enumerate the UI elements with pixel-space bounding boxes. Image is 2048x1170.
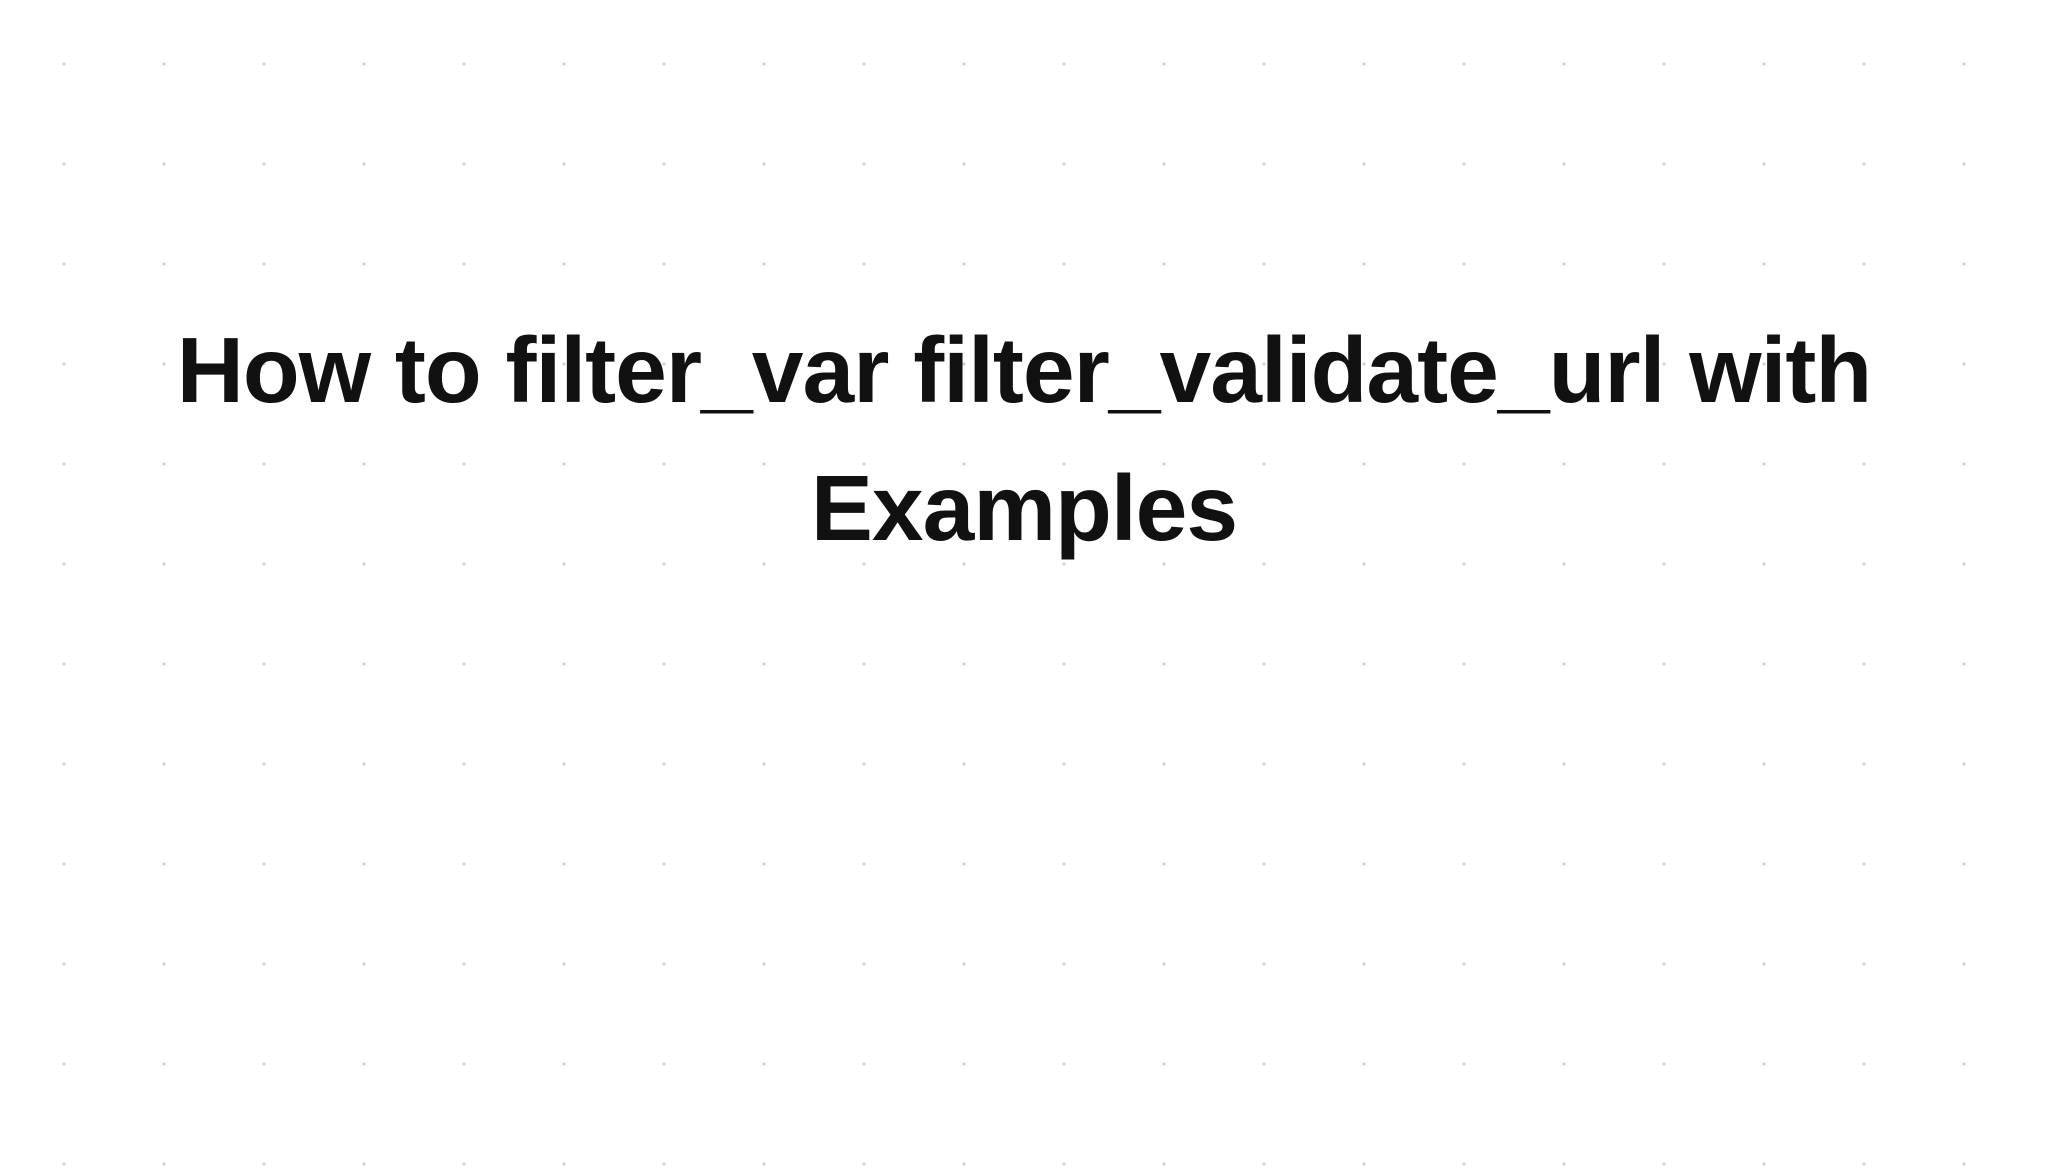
content-container: How to filter_var filter_validate_url wi… [0, 0, 2048, 1170]
page-title: How to filter_var filter_validate_url wi… [0, 302, 2048, 867]
